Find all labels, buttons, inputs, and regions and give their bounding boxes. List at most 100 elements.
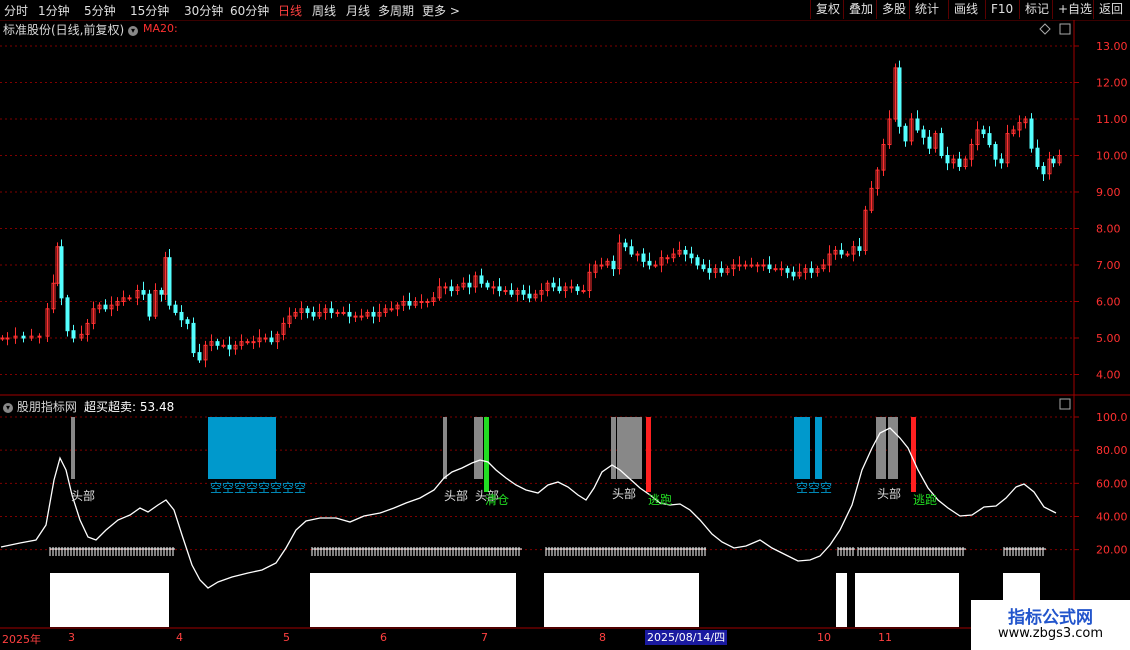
candle-body — [695, 257, 700, 266]
candle-body — [1029, 118, 1034, 149]
candle-body — [509, 290, 514, 295]
candle-body — [957, 158, 962, 167]
oversold-box — [815, 417, 822, 479]
annotation-clear: 清仓 — [485, 493, 509, 507]
window-toggle-icon — [1059, 398, 1071, 410]
candle-body — [5, 337, 10, 340]
chevron-down-icon[interactable]: ▾ — [128, 25, 139, 36]
price-tick-label: 11.00 — [1096, 113, 1128, 126]
sub-chart-title: ▾ 股朋指标网 — [3, 398, 77, 415]
candle-body — [683, 249, 688, 255]
candle-body — [221, 344, 226, 347]
candle-body — [809, 268, 814, 273]
candle-body — [329, 308, 334, 313]
price-tick-label: 7.00 — [1096, 259, 1121, 272]
month-label: 10 — [817, 631, 831, 644]
annotation-head: 头部 — [877, 486, 901, 501]
candle-body — [467, 282, 472, 288]
price-tick-label: 12.00 — [1096, 77, 1128, 90]
candle-body — [569, 286, 574, 289]
candle-body — [491, 286, 496, 289]
candle-body — [335, 311, 340, 314]
annotation-head: 头部 — [444, 488, 468, 503]
candle-body — [987, 133, 992, 146]
candle-body — [921, 129, 926, 138]
diamond-icon — [1039, 23, 1051, 35]
signal-block — [50, 573, 169, 627]
candle-body — [311, 311, 316, 317]
candle-body — [185, 319, 190, 324]
top-box — [876, 417, 886, 479]
indicator-source: 股朋指标网 — [16, 400, 77, 414]
candle-body — [141, 290, 146, 295]
candle-body — [527, 293, 532, 299]
escape-signal-bar — [911, 417, 916, 492]
candle-body — [551, 282, 556, 288]
top-box — [443, 417, 447, 479]
candle-body — [743, 264, 748, 267]
month-label: 6 — [380, 631, 387, 644]
candle-body — [767, 264, 772, 270]
candle-body — [791, 271, 796, 277]
price-tick-label: 10.00 — [1096, 150, 1128, 163]
price-tick-label: 6.00 — [1096, 296, 1121, 309]
month-label: 7 — [481, 631, 488, 644]
candle-body — [341, 311, 346, 314]
top-box — [474, 417, 483, 479]
annotation-head: 头部 — [612, 486, 636, 501]
month-label: 5 — [283, 631, 290, 644]
indicator-readout: 超买超卖: 53.48 — [84, 398, 174, 415]
oversold-box — [208, 417, 276, 479]
annotation-escape: 逃跑 — [913, 493, 937, 507]
candle-body — [251, 341, 256, 344]
top-box — [888, 417, 898, 479]
candle-body — [167, 257, 172, 306]
candle-body — [37, 335, 42, 338]
candle-body — [629, 246, 634, 255]
price-tick-label: 8.00 — [1096, 223, 1121, 236]
annotation-head: 头部 — [71, 488, 95, 503]
candle-body — [159, 290, 164, 295]
candle-body — [749, 264, 754, 267]
price-tick-label: 4.00 — [1096, 369, 1121, 382]
candle-body — [71, 330, 76, 339]
signal-block — [855, 573, 959, 627]
candle-body — [701, 264, 706, 270]
candle-body — [353, 315, 358, 318]
candle-body — [147, 293, 152, 317]
chart-canvas[interactable]: 13.00 12.00 11.00 10.00 9.00 8.00 7.00 6.00 5.00… — [0, 0, 1130, 650]
candle-body — [65, 297, 70, 332]
candle-body — [371, 311, 376, 317]
stock-title: 标准股份(日线,前复权) — [3, 23, 125, 37]
chevron-down-icon[interactable]: ▾ — [3, 402, 13, 413]
candle-body — [1041, 165, 1046, 175]
ma20-label: MA20: — [143, 22, 178, 35]
candle-body — [737, 264, 742, 267]
time-axis: 2025年 3 4 5 6 7 8 10 11 — [0, 630, 1130, 650]
candle-body — [779, 268, 784, 271]
candle-body — [479, 275, 484, 284]
indicator-name: 超买超卖: — [84, 400, 137, 414]
candle-body — [443, 286, 448, 289]
year-label: 2025年 — [2, 633, 41, 646]
candle-body — [127, 297, 132, 300]
candle-body — [575, 286, 580, 292]
indicator-tick-label: 60.00 — [1096, 477, 1128, 490]
cursor-date: 2025/08/14/四 — [645, 630, 728, 645]
oversold-box — [794, 417, 810, 479]
annotation-empty: 空空空 — [796, 481, 832, 495]
candle-body — [761, 264, 766, 267]
annotation-escape: 逃跑 — [648, 493, 672, 507]
candle-body — [599, 264, 604, 267]
watermark-url: www.zbgs3.com — [997, 626, 1104, 641]
watermark: 指标公式网 www.zbgs3.com — [971, 600, 1130, 650]
month-label: 4 — [176, 631, 183, 644]
candle-body — [503, 290, 508, 293]
candle-body — [581, 290, 586, 293]
indicator-tick-label: 20.00 — [1096, 544, 1128, 557]
price-tick-label: 5.00 — [1096, 332, 1121, 345]
candle-body — [993, 144, 998, 160]
candle-body — [485, 282, 490, 288]
candle-body — [425, 301, 430, 303]
escape-signal-bar — [646, 417, 651, 492]
